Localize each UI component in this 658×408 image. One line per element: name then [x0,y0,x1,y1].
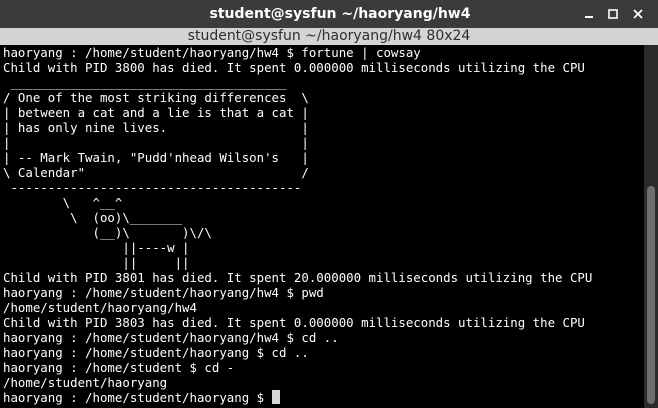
terminal-line: | has only nine lives. | [3,120,309,135]
scrollbar[interactable] [644,45,658,408]
minimize-icon [585,16,593,18]
maximize-button[interactable] [601,0,625,28]
terminal-line: haoryang : /home/student $ cd - [3,360,235,375]
prompt-line[interactable]: haoryang : /home/student/haoryang $ [3,390,280,405]
close-button[interactable] [626,0,650,28]
text-cursor [271,390,280,404]
terminal-line: /home/student/haoryang/hw4 [3,300,197,315]
window-title: student@sysfun ~/haoryang/hw4 [209,6,471,22]
terminal-line: /home/student/haoryang [3,375,168,390]
terminal-line: || || [3,255,190,270]
terminal-line: Child with PID 3800 has died. It spent 0… [3,60,585,75]
terminal-line: _____________________________________ [3,75,287,90]
shell-prompt: haoryang : /home/student/haoryang $ [3,390,272,405]
scrollbar-thumb[interactable] [647,186,655,404]
tab-title[interactable]: student@sysfun ~/haoryang/hw4 80x24 [188,28,471,44]
terminal-output[interactable]: haoryang : /home/student/haoryang/hw4 $ … [0,45,644,408]
maximize-icon [608,9,618,19]
title-bar[interactable]: student@sysfun ~/haoryang/hw4 [0,0,658,28]
terminal-line: | -- Mark Twain, "Pudd'nhead Wilson's | [3,150,309,165]
terminal-window: student@sysfun ~/haoryang/hw4 student@sy… [0,0,658,408]
terminal-line: / One of the most striking differences \ [3,90,309,105]
terminal-line: --------------------------------------- [3,180,302,195]
terminal-line: \ Calendar" / [3,165,309,180]
terminal-line: Child with PID 3803 has died. It spent 0… [3,315,585,330]
terminal-line: haoryang : /home/student/haoryang/hw4 $ … [3,330,339,345]
terminal-line: haoryang : /home/student/haoryang/hw4 $ … [3,285,324,300]
terminal-line: ||----w | [3,240,190,255]
tab-bar: student@sysfun ~/haoryang/hw4 80x24 [0,28,658,45]
terminal-line: \ (oo)\_______ [3,210,183,225]
terminal-line: (__)\ )\/\ [3,225,212,240]
close-icon [633,9,643,19]
terminal-line: \ ^__^ [3,195,123,210]
terminal-line: haoryang : /home/student/haoryang $ cd .… [3,345,309,360]
terminal-line: | | [3,135,309,150]
minimize-button[interactable] [577,0,601,28]
terminal-line: | between a cat and a lie is that a cat … [3,105,309,120]
terminal-line: haoryang : /home/student/haoryang/hw4 $ … [3,45,421,60]
terminal-line: Child with PID 3801 has died. It spent 2… [3,270,593,285]
